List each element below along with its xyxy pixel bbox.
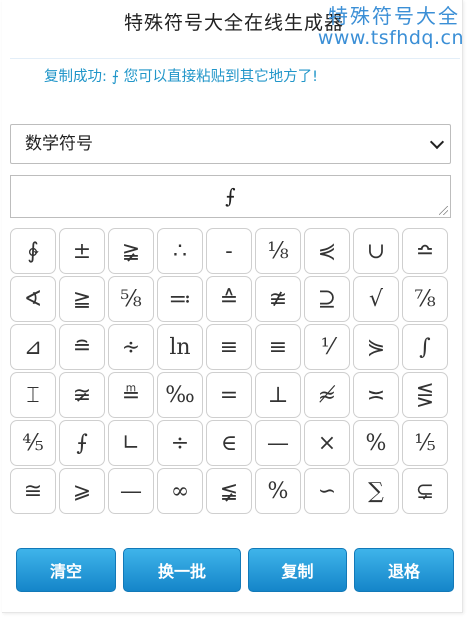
symbol-cell[interactable]: ≧ bbox=[59, 276, 105, 322]
symbol-cell[interactable]: ≉ bbox=[304, 372, 350, 418]
symbol-cell[interactable]: ∽ bbox=[304, 468, 350, 514]
chevron-down-icon bbox=[429, 134, 445, 150]
symbol-cell[interactable]: ∪ bbox=[353, 228, 399, 274]
symbol-cell[interactable]: ⅟ bbox=[304, 324, 350, 370]
symbol-cell[interactable]: ⌶ bbox=[10, 372, 56, 418]
symbol-cell[interactable]: ≏ bbox=[402, 228, 448, 274]
symbol-cell[interactable]: √ bbox=[353, 276, 399, 322]
symbol-cell[interactable]: ≘ bbox=[59, 324, 105, 370]
symbol-cell[interactable]: ⩾ bbox=[59, 468, 105, 514]
refresh-button[interactable]: 换一批 bbox=[123, 548, 241, 592]
symbol-cell[interactable]: ≡ bbox=[255, 324, 301, 370]
symbol-cell[interactable]: ≞ bbox=[108, 372, 154, 418]
symbol-cell[interactable]: = bbox=[206, 372, 252, 418]
symbol-cell[interactable]: ∻ bbox=[108, 324, 154, 370]
symbol-cell[interactable]: — bbox=[108, 468, 154, 514]
site-watermark-name: 特殊符号大全 bbox=[328, 4, 460, 28]
symbol-cell[interactable]: ⅛ bbox=[255, 228, 301, 274]
symbol-cell[interactable]: ≡ bbox=[206, 324, 252, 370]
symbol-cell[interactable]: ÷ bbox=[157, 420, 203, 466]
clear-button[interactable]: 清空 bbox=[16, 548, 116, 592]
symbol-cell[interactable]: ∞ bbox=[157, 468, 203, 514]
symbol-cell[interactable]: ⅞ bbox=[402, 276, 448, 322]
symbol-cell[interactable]: ⊊ bbox=[402, 468, 448, 514]
symbol-cell[interactable]: ∈ bbox=[206, 420, 252, 466]
copy-button[interactable]: 复制 bbox=[248, 548, 347, 592]
symbol-cell[interactable]: % bbox=[255, 468, 301, 514]
symbol-cell[interactable]: ≇ bbox=[255, 276, 301, 322]
symbol-cell[interactable]: × bbox=[304, 420, 350, 466]
output-textarea[interactable]: ⨍ bbox=[10, 175, 451, 218]
symbol-cell[interactable]: ≍ bbox=[353, 372, 399, 418]
symbol-cell[interactable]: ∟ bbox=[108, 420, 154, 466]
symbol-cell[interactable]: ⊥ bbox=[255, 372, 301, 418]
symbol-cell[interactable]: ≅ bbox=[10, 468, 56, 514]
symbol-cell[interactable]: - bbox=[206, 228, 252, 274]
symbol-cell[interactable]: ≕ bbox=[157, 276, 203, 322]
divider bbox=[10, 58, 460, 59]
symbol-cell[interactable]: ∫ bbox=[402, 324, 448, 370]
symbol-cell[interactable]: ∑ bbox=[353, 468, 399, 514]
action-bar: 清空 换一批 复制 退格 bbox=[16, 548, 454, 592]
symbol-grid: ∲ ± ≩ ∴ - ⅛ ⋞ ∪ ≏ ∢ ≧ ⅝ ≕ ≙ ≇ ⊇ √ ⅞ ⊿ ≘ ∻ ln ≡ ≡ ⅟ ⋟ ∫ ⌶ ≆ ≞ ‰ = ⊥ ≉ ≍ ⋚ ⅘ ⨍ ∟… bbox=[10, 228, 452, 514]
symbol-cell[interactable]: ≩ bbox=[108, 228, 154, 274]
symbol-cell[interactable]: ∲ bbox=[10, 228, 56, 274]
symbol-cell[interactable]: ≆ bbox=[59, 372, 105, 418]
symbol-cell[interactable]: ∢ bbox=[10, 276, 56, 322]
symbol-cell[interactable]: ⋚ bbox=[402, 372, 448, 418]
resize-handle-icon[interactable] bbox=[439, 206, 448, 215]
symbol-cell[interactable]: ± bbox=[59, 228, 105, 274]
symbol-cell[interactable]: — bbox=[255, 420, 301, 466]
symbol-cell[interactable]: ln bbox=[157, 324, 203, 370]
site-watermark-url: www.tsfhdq.cn bbox=[317, 27, 464, 49]
output-value: ⨍ bbox=[225, 184, 236, 208]
symbol-cell[interactable]: ⅝ bbox=[108, 276, 154, 322]
symbol-cell[interactable]: ⨍ bbox=[59, 420, 105, 466]
symbol-cell[interactable]: ≙ bbox=[206, 276, 252, 322]
symbol-cell[interactable]: ⅕ bbox=[402, 420, 448, 466]
symbol-cell[interactable]: ≨ bbox=[206, 468, 252, 514]
symbol-cell[interactable]: ⋞ bbox=[304, 228, 350, 274]
symbol-cell[interactable]: ‰ bbox=[157, 372, 203, 418]
symbol-cell[interactable]: ⅘ bbox=[10, 420, 56, 466]
category-select-value: 数学符号 bbox=[25, 134, 93, 154]
backspace-button[interactable]: 退格 bbox=[354, 548, 454, 592]
symbol-cell[interactable]: ∴ bbox=[157, 228, 203, 274]
symbol-cell[interactable]: ⋟ bbox=[353, 324, 399, 370]
symbol-cell[interactable]: ⊿ bbox=[10, 324, 56, 370]
symbol-cell[interactable]: % bbox=[353, 420, 399, 466]
category-select[interactable]: 数学符号 bbox=[10, 124, 451, 164]
copy-status-message: 复制成功: ⨍ 您可以直接粘贴到其它地方了! bbox=[44, 69, 318, 85]
symbol-cell[interactable]: ⊇ bbox=[304, 276, 350, 322]
